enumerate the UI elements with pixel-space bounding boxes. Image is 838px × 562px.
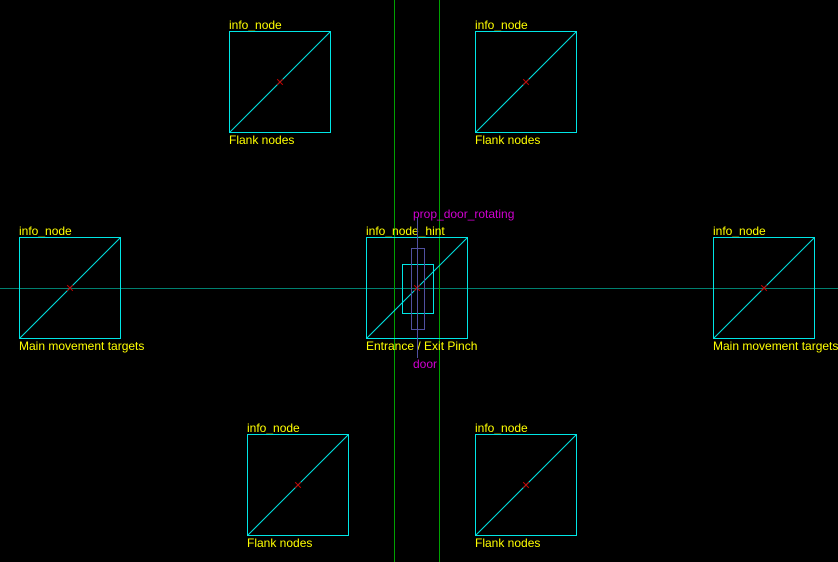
node-origin-icon (760, 284, 768, 292)
door-label: door (413, 357, 437, 371)
node-origin-icon (276, 78, 284, 86)
node-label-type: info_node (19, 224, 72, 238)
info-node[interactable] (229, 31, 331, 133)
node-origin-icon (294, 481, 302, 489)
node-label-type: info_node (475, 421, 528, 435)
node-origin-icon (522, 78, 530, 86)
node-label-type: info_node (475, 18, 528, 32)
editor-viewport[interactable]: info_node Flank nodes info_node Flank no… (0, 0, 838, 562)
node-label-class: Entrance / Exit Pinch (366, 339, 477, 353)
node-label-type: info_node (247, 421, 300, 435)
node-label-class: Flank nodes (229, 133, 294, 147)
node-origin-icon (522, 481, 530, 489)
node-origin-icon (66, 284, 74, 292)
node-label-type: info_node_hint (366, 224, 445, 238)
node-label-class: Flank nodes (475, 133, 540, 147)
node-label-class: Flank nodes (475, 536, 540, 550)
info-node[interactable] (247, 434, 349, 536)
door-axis (417, 218, 418, 358)
door-panel (411, 248, 425, 330)
node-label-class: Main movement targets (19, 339, 144, 353)
prop-door-label: prop_door_rotating (413, 207, 514, 221)
info-node[interactable] (475, 434, 577, 536)
info-node[interactable] (19, 237, 121, 339)
node-label-class: Main movement targets (713, 339, 838, 353)
node-label-type: info_node (713, 224, 766, 238)
info-node[interactable] (475, 31, 577, 133)
node-label-class: Flank nodes (247, 536, 312, 550)
node-label-type: info_node (229, 18, 282, 32)
info-node[interactable] (713, 237, 815, 339)
